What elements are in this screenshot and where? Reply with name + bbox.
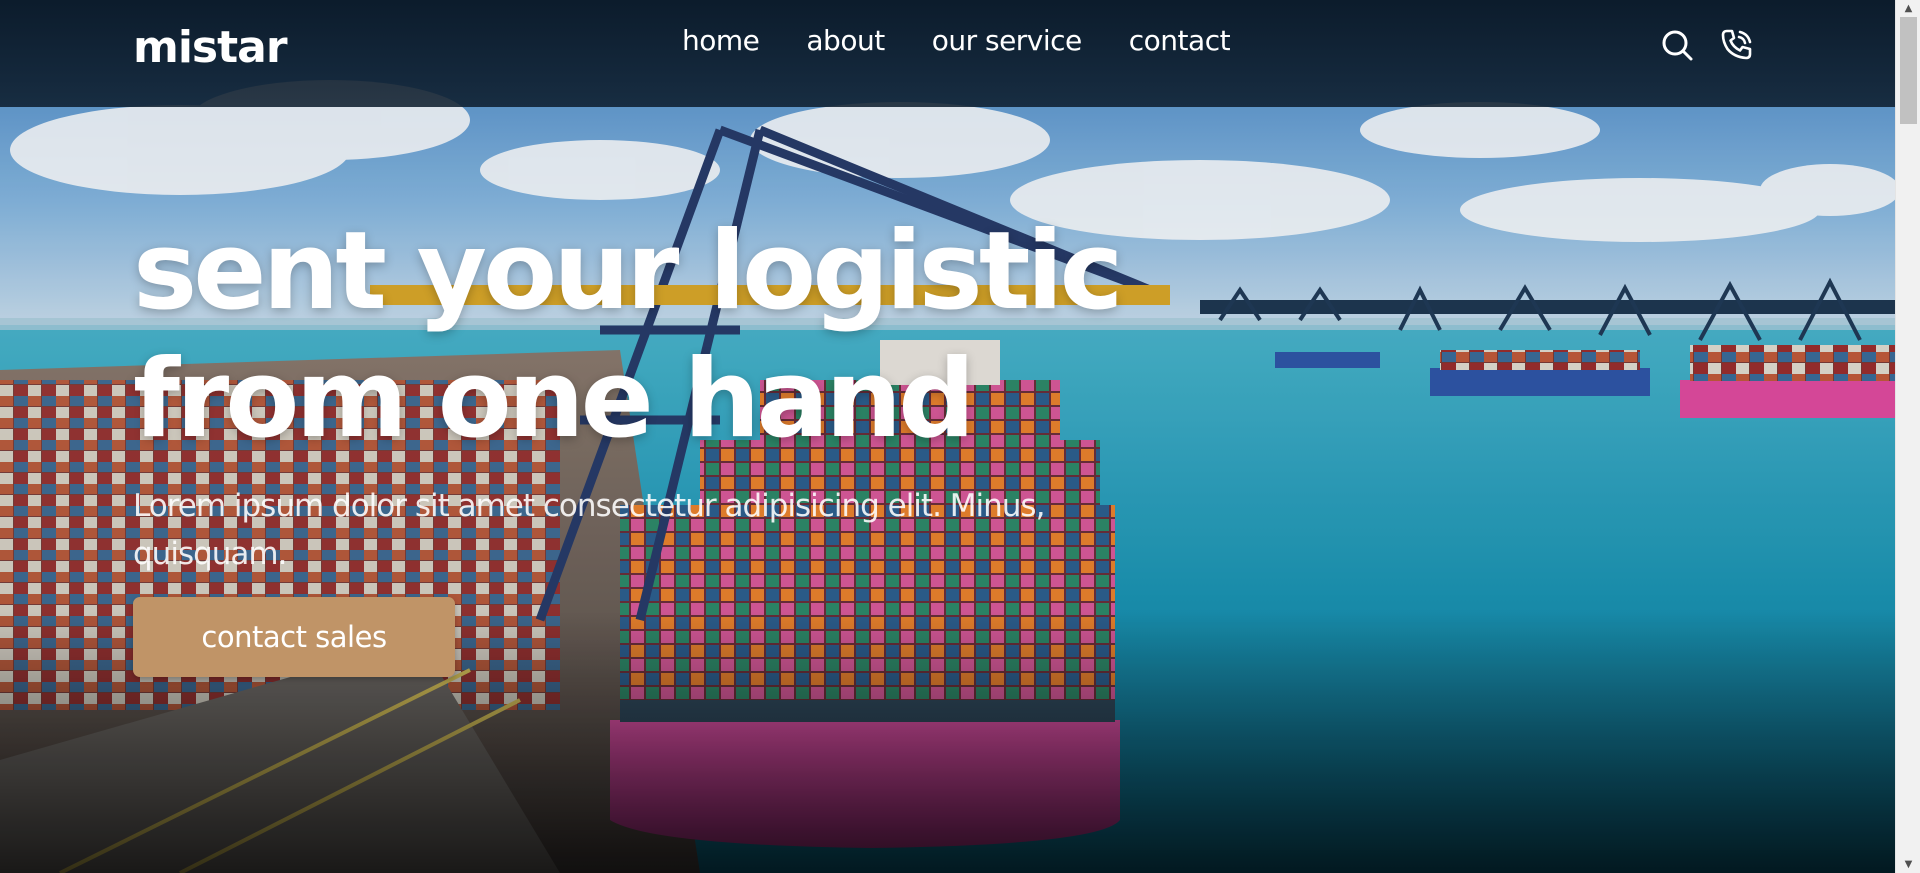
contact-sales-button[interactable]: contact sales <box>133 597 455 677</box>
scrollbar-thumb[interactable] <box>1900 17 1917 124</box>
search-icon[interactable] <box>1660 28 1694 62</box>
hero-title-line-1: sent your logistic <box>133 209 1123 334</box>
nav-link-about[interactable]: about <box>806 24 885 57</box>
nav-link-home[interactable]: home <box>682 24 760 57</box>
page-scrollbar[interactable]: ▲ ▼ <box>1895 0 1920 873</box>
scroll-down-arrow-icon[interactable]: ▼ <box>1896 856 1920 873</box>
nav-icons <box>1660 28 1754 62</box>
brand-logo[interactable]: mistar <box>133 22 288 73</box>
hero-subtitle: Lorem ipsum dolor sit amet consectetur a… <box>133 488 1045 572</box>
page-viewport: mistar home about our service contact se… <box>0 0 1895 873</box>
nav-link-contact[interactable]: contact <box>1129 24 1231 57</box>
hero-title-line-2: from one hand <box>133 337 975 462</box>
nav-links: home about our service contact <box>682 24 1231 57</box>
nav-link-our-service[interactable]: our service <box>932 24 1083 57</box>
hero-title: sent your logistic from one hand <box>133 208 1233 464</box>
phone-icon[interactable] <box>1720 28 1754 62</box>
scroll-up-arrow-icon[interactable]: ▲ <box>1896 0 1920 17</box>
navbar: mistar home about our service contact <box>0 0 1895 107</box>
